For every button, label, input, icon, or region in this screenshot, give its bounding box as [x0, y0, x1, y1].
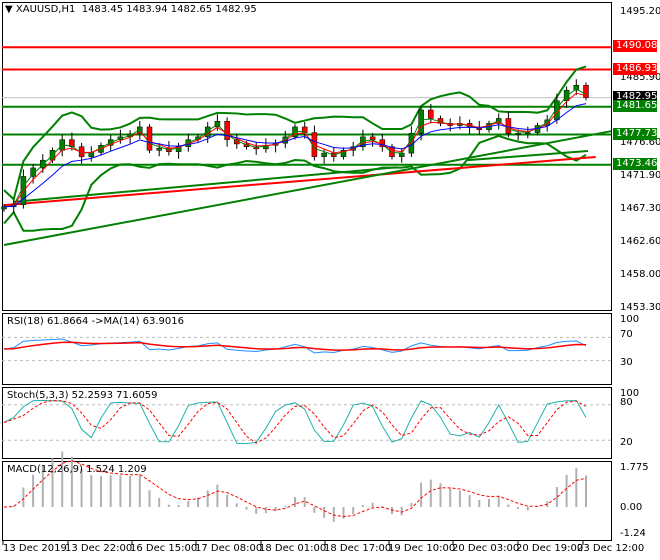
price-tick: 1453.30 — [620, 302, 660, 313]
rsi-tick: 30 — [620, 357, 633, 368]
chart-header: ▼ XAUUSD,H1 1483.45 1483.94 1482.65 1482… — [5, 4, 257, 15]
time-tick: 16 Dec 15:00 — [130, 543, 198, 554]
level-tag-1477: 1477.73 — [613, 128, 657, 140]
candle-body — [369, 136, 376, 140]
time-tick: 20 Dec 19:00 — [516, 543, 584, 554]
rsi-label: RSI(18) 61.8664 ->MA(14) 63.9016 — [7, 316, 184, 327]
stoch-label: Stoch(5,3,3) 52.2593 71.6059 — [7, 390, 158, 401]
time-tick: 17 Dec 08:00 — [195, 543, 263, 554]
candle-body — [428, 109, 434, 119]
candle-body — [398, 152, 405, 157]
dropdown-triangle-icon[interactable]: ▼ — [5, 4, 13, 15]
level-tag-1473: 1473.46 — [613, 158, 657, 170]
time-tick: 13 Dec 2019 — [3, 543, 67, 554]
time-tick: 20 Dec 03:00 — [452, 543, 520, 554]
macd-tick: 1.775 — [620, 462, 649, 473]
time-tick: 18 Dec 01:00 — [259, 543, 327, 554]
price-tick: 1467.30 — [620, 203, 660, 214]
close-value: 1482.95 — [215, 4, 257, 15]
rsi-line — [3, 338, 587, 354]
price-tick: 1462.60 — [620, 236, 660, 247]
time-tick: 18 Dec 17:00 — [324, 543, 392, 554]
trendline — [3, 130, 612, 246]
candle-body — [515, 133, 521, 135]
macd-tick: 0.00 — [620, 502, 643, 513]
macd-tick: -1.24 — [620, 528, 646, 539]
price-tick: 1471.90 — [620, 170, 660, 181]
level-tag-1490: 1490.08 — [613, 40, 657, 52]
stoch-tick: 80 — [620, 397, 633, 408]
candle-body — [321, 152, 327, 157]
candle-body — [224, 121, 230, 140]
time-tick: 13 Dec 22:00 — [65, 543, 133, 554]
candle-body — [156, 147, 162, 151]
symbol-label: XAUUSD,H1 — [15, 4, 76, 15]
time-tick: 23 Dec 12:00 — [577, 543, 645, 554]
macd-label: MACD(12,26,9) 1.524 1.209 — [7, 464, 147, 475]
price-tick: 1495.20 — [620, 6, 660, 17]
candle-body — [563, 89, 570, 102]
rsi-tick: 100 — [620, 314, 640, 325]
price-tick: 1458.00 — [620, 269, 660, 280]
low-value: 1482.65 — [170, 4, 213, 15]
rsi-ma-line — [3, 341, 587, 351]
stoch-tick: 20 — [620, 437, 633, 448]
rsi-tick: 70 — [620, 329, 633, 340]
chart-canvas[interactable] — [0, 0, 660, 560]
candle-body — [583, 84, 589, 98]
candle-body — [146, 126, 153, 151]
time-tick: 19 Dec 10:00 — [388, 543, 456, 554]
candle-body — [505, 118, 512, 134]
trendline — [13, 166, 397, 203]
level-tag-1481: 1481.65 — [613, 100, 657, 112]
open-value: 1483.45 — [81, 4, 124, 15]
high-value: 1483.94 — [126, 4, 168, 15]
level-tag-1486: 1486.93 — [613, 63, 657, 75]
